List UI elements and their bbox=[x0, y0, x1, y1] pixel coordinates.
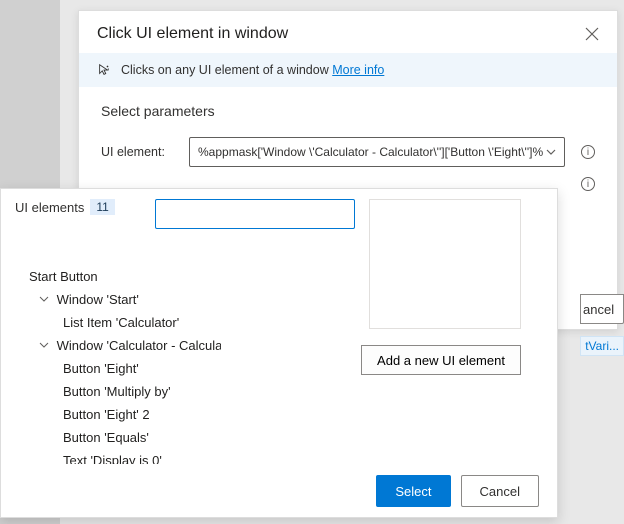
info-icon[interactable]: i bbox=[581, 177, 595, 191]
info-text: Clicks on any UI element of a window Mor… bbox=[121, 63, 384, 77]
chevron-down-icon bbox=[39, 294, 51, 304]
preview-pane bbox=[369, 199, 521, 329]
tree-item-button-equals[interactable]: Button 'Equals' bbox=[23, 426, 207, 449]
select-parameters-heading: Select parameters bbox=[101, 103, 595, 119]
cancel-button[interactable]: Cancel bbox=[461, 475, 539, 507]
ui-elements-count-badge: 11 bbox=[90, 199, 114, 215]
tree-item-label: Window 'Calculator - Calculator' bbox=[57, 338, 221, 353]
tree-window-calculator-calculator[interactable]: Window 'Calculator - Calculator' bbox=[23, 334, 207, 357]
tree-item-button-eight[interactable]: Button 'Eight' bbox=[23, 357, 207, 380]
info-icon[interactable]: i bbox=[581, 145, 595, 159]
dialog-title: Click UI element in window bbox=[97, 25, 288, 43]
tree-item-label: Window 'Start' bbox=[57, 292, 139, 307]
select-button[interactable]: Select bbox=[376, 475, 450, 507]
info-bar: Clicks on any UI element of a window Mor… bbox=[79, 53, 617, 87]
chevron-down-icon bbox=[546, 147, 556, 157]
variable-link-peek[interactable]: tVari... bbox=[580, 336, 624, 356]
tree-window-start[interactable]: Window 'Start' bbox=[23, 288, 207, 311]
cursor-click-icon bbox=[97, 63, 111, 77]
search-input[interactable] bbox=[155, 199, 355, 229]
ui-elements-tree: Start Button Window 'Start' List Item 'C… bbox=[1, 261, 221, 464]
more-info-link[interactable]: More info bbox=[332, 63, 384, 77]
tree-item-button-eight-2[interactable]: Button 'Eight' 2 bbox=[23, 403, 207, 426]
info-text-content: Clicks on any UI element of a window bbox=[121, 63, 332, 77]
tree-item-button-multiply[interactable]: Button 'Multiply by' bbox=[23, 380, 207, 403]
ui-element-select[interactable]: %appmask['Window \'Calculator - Calculat… bbox=[189, 137, 565, 167]
tree-item-text-display[interactable]: Text 'Display is 0' bbox=[23, 449, 207, 464]
ui-elements-label: UI elements bbox=[15, 200, 84, 215]
add-ui-element-button[interactable]: Add a new UI element bbox=[361, 345, 521, 375]
ui-element-select-value: %appmask['Window \'Calculator - Calculat… bbox=[198, 145, 546, 159]
cancel-button-peek[interactable]: ancel bbox=[580, 294, 624, 324]
close-icon[interactable] bbox=[585, 27, 599, 41]
tree-item-calculator-listitem[interactable]: List Item 'Calculator' bbox=[23, 311, 207, 334]
ui-elements-picker-panel: UI elements 11 Add a new UI element Star… bbox=[0, 188, 558, 518]
tree-root[interactable]: Start Button bbox=[23, 265, 207, 288]
chevron-down-icon bbox=[39, 340, 51, 350]
ui-element-label: UI element: bbox=[101, 145, 179, 159]
